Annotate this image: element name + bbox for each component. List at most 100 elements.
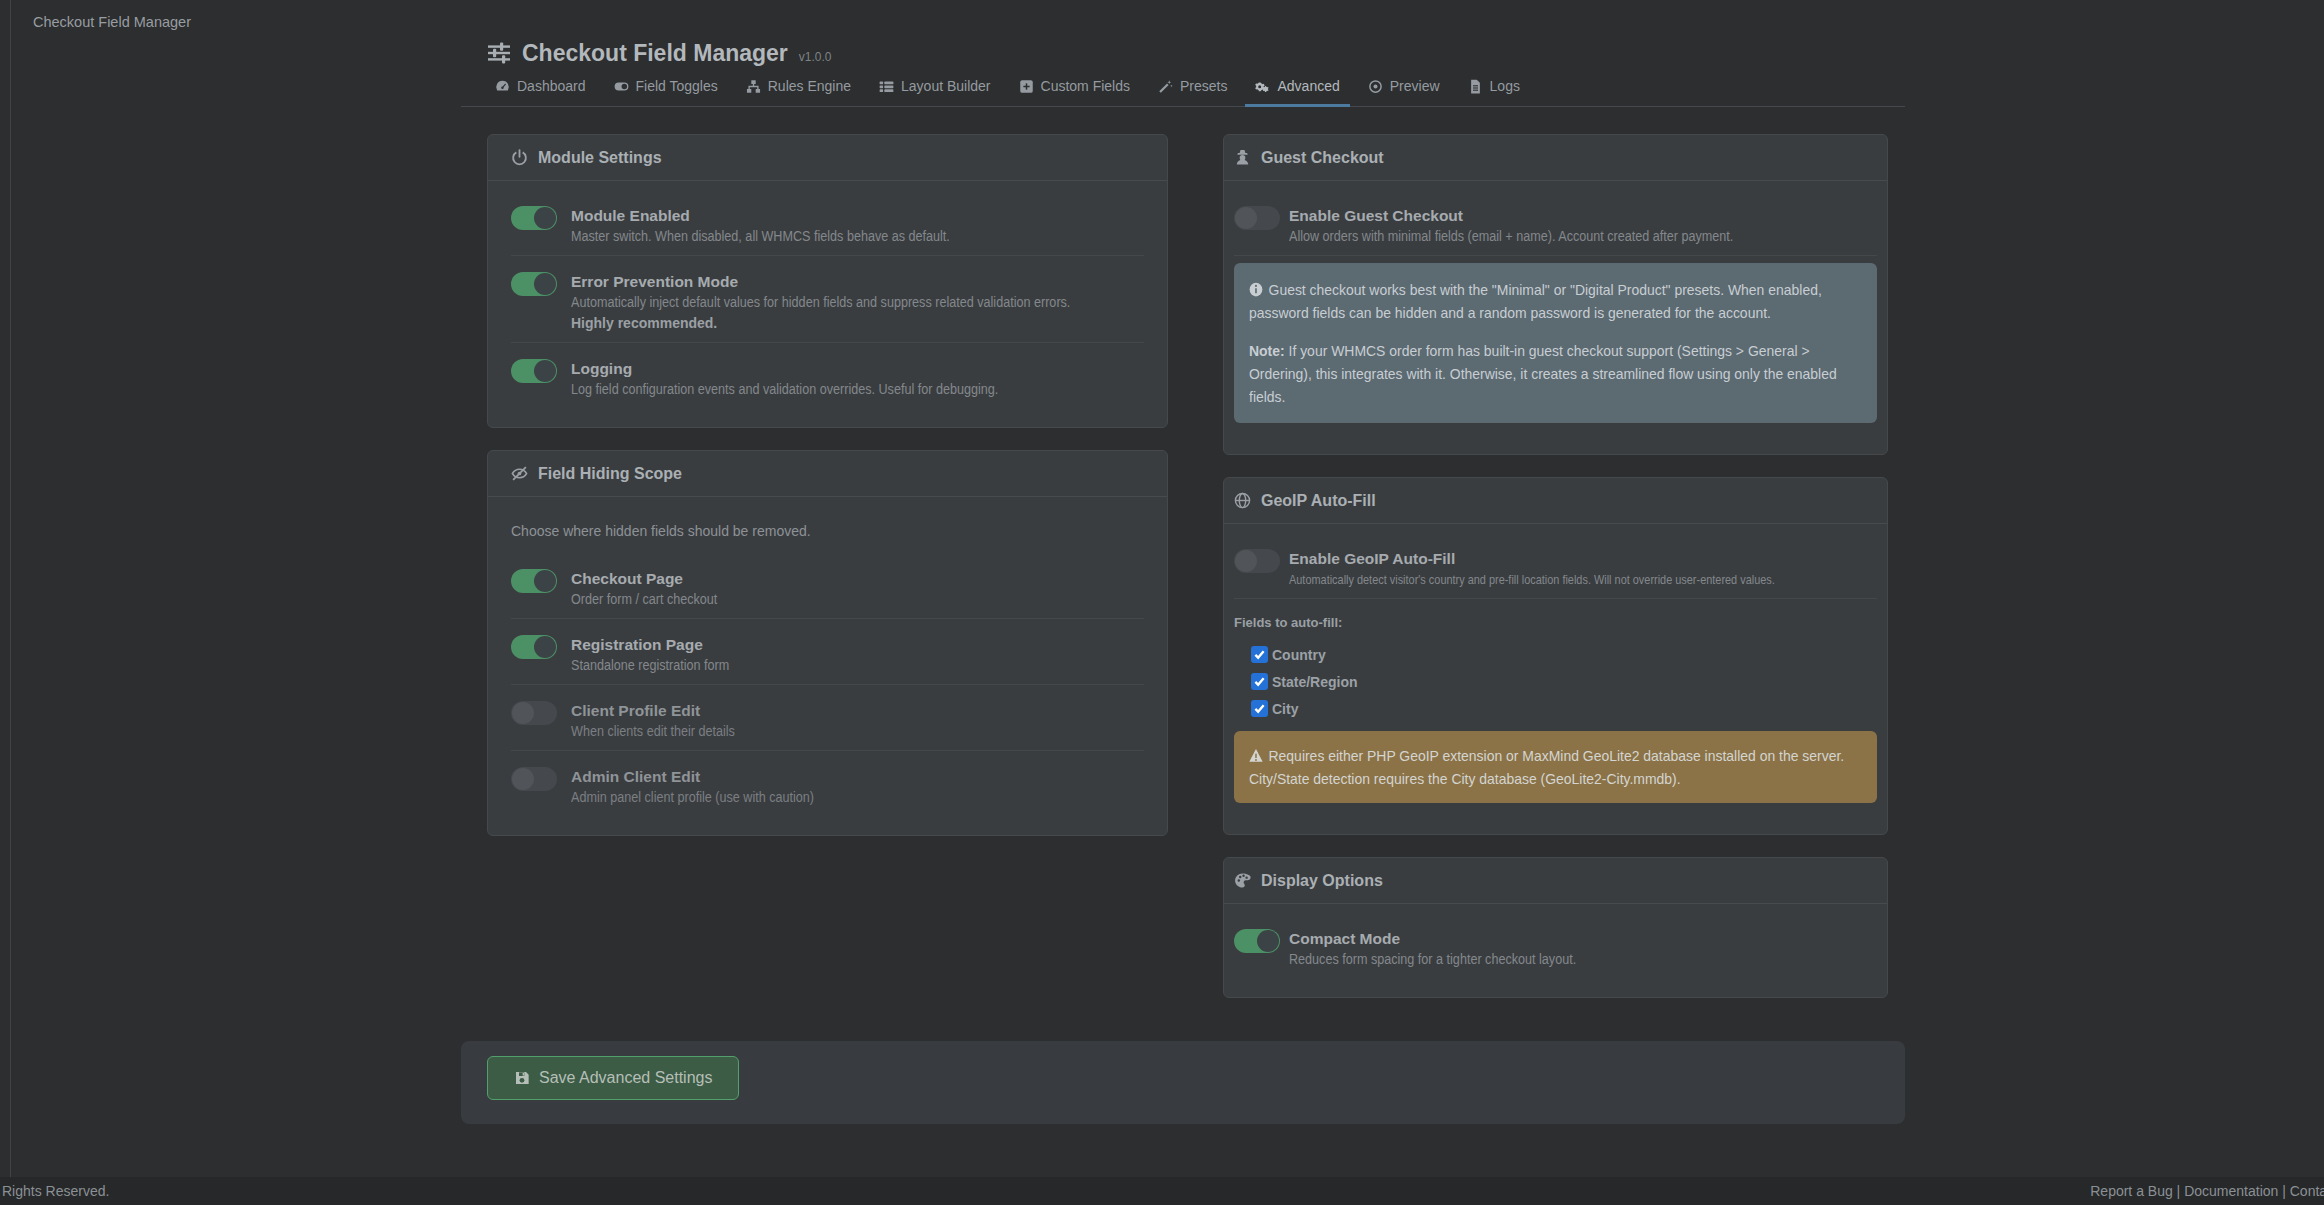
gauge-icon	[495, 79, 510, 94]
tab-field-toggles[interactable]: Field Toggles	[604, 74, 728, 107]
setting-label: Compact Mode	[1289, 928, 1608, 950]
setting-description: Allow orders with minimal fields (email …	[1289, 227, 1733, 246]
setting-description: Automatically detect visitor's country a…	[1289, 570, 1775, 589]
setting-label: Enable GeoIP Auto-Fill	[1289, 548, 1867, 570]
tab-logs[interactable]: Logs	[1458, 74, 1530, 107]
setting-label: Checkout Page	[571, 568, 734, 590]
admin-client-edit-toggle[interactable]	[511, 767, 557, 791]
user-secret-icon	[1234, 149, 1251, 166]
panel-guest-checkout: Guest Checkout Enable Guest Checkout All…	[1223, 134, 1888, 455]
setting-emphasis: Highly recommended.	[571, 314, 1126, 333]
setting-row-admin-client-edit: Admin Client Edit Admin panel client pro…	[511, 751, 1144, 816]
panel-title: GeoIP Auto-Fill	[1261, 492, 1376, 510]
setting-description: Log field configuration events and valid…	[571, 380, 998, 399]
tab-custom-fields[interactable]: Custom Fields	[1009, 74, 1140, 107]
module-title: Checkout Field Manager	[522, 40, 788, 66]
tab-layout-builder[interactable]: Layout Builder	[869, 74, 1001, 107]
panel-display-options: Display Options Compact Mode Reduces for…	[1223, 857, 1888, 998]
panel-title: Display Options	[1261, 872, 1383, 890]
left-column: Module Settings Module Enabled Master sw…	[487, 134, 1168, 836]
table-icon	[879, 79, 894, 94]
checkbox-icon	[1251, 700, 1268, 717]
panel-body: Choose where hidden fields should be rem…	[488, 497, 1167, 835]
footer-separator: |	[2173, 1183, 2184, 1199]
report-a-bug-link[interactable]: Report a Bug	[2090, 1183, 2173, 1199]
registration-page-toggle[interactable]	[511, 635, 557, 659]
panel-geoip-autofill: GeoIP Auto-Fill Enable GeoIP Auto-Fill A…	[1223, 477, 1888, 835]
compact-mode-toggle[interactable]	[1234, 929, 1280, 953]
checkbox-state-region[interactable]: State/Region	[1251, 673, 1877, 690]
tab-label: Presets	[1180, 78, 1227, 94]
setting-row-logging: Logging Log field configuration events a…	[511, 343, 1144, 408]
palette-icon	[1234, 872, 1251, 889]
tab-rules-engine[interactable]: Rules Engine	[736, 74, 861, 107]
warning-alert-text: Requires either PHP GeoIP extension or M…	[1249, 747, 1844, 787]
guest-checkout-info-alert: Guest checkout works best with the "Mini…	[1234, 263, 1877, 423]
setting-row-registration-page: Registration Page Standalone registratio…	[511, 619, 1144, 685]
tab-label: Custom Fields	[1041, 78, 1130, 94]
power-icon	[511, 149, 528, 166]
tab-dashboard[interactable]: Dashboard	[485, 74, 596, 107]
tab-label: Dashboard	[517, 78, 586, 94]
setting-description: Standalone registration form	[571, 656, 729, 675]
globe-icon	[1234, 492, 1251, 509]
warning-triangle-icon	[1249, 748, 1263, 763]
footer-links: Report a Bug | Documentation | Contact	[2090, 1183, 2324, 1199]
panel-body: Enable GeoIP Auto-Fill Automatically det…	[1224, 524, 1887, 834]
file-icon	[1468, 79, 1483, 94]
save-button-label: Save Advanced Settings	[539, 1069, 712, 1087]
panel-intro: Choose where hidden fields should be rem…	[511, 521, 1144, 553]
toggle-icon	[614, 79, 629, 94]
tab-preview[interactable]: Preview	[1358, 74, 1450, 107]
enable-guest-checkout-toggle[interactable]	[1234, 206, 1280, 230]
panel-title: Guest Checkout	[1261, 149, 1384, 167]
tab-label: Logs	[1490, 78, 1520, 94]
module-enabled-toggle[interactable]	[511, 206, 557, 230]
checkbox-label: Country	[1272, 647, 1326, 663]
save-advanced-settings-button[interactable]: Save Advanced Settings	[487, 1056, 739, 1100]
setting-row-error-prevention: Error Prevention Mode Automatically inje…	[511, 256, 1144, 343]
setting-label: Client Profile Edit	[571, 700, 753, 722]
panel-body: Module Enabled Master switch. When disab…	[488, 181, 1167, 427]
panel-field-hiding-scope: Field Hiding Scope Choose where hidden f…	[487, 450, 1168, 836]
setting-row-client-profile-edit: Client Profile Edit When clients edit th…	[511, 685, 1144, 751]
sliders-icon	[487, 41, 511, 65]
setting-row-enable-guest-checkout: Enable Guest Checkout Allow orders with …	[1234, 205, 1877, 256]
tab-label: Field Toggles	[636, 78, 718, 94]
documentation-link[interactable]: Documentation	[2184, 1183, 2278, 1199]
enable-geoip-toggle[interactable]	[1234, 549, 1280, 573]
note-text: If your WHMCS order form has built-in gu…	[1249, 342, 1837, 405]
checkbox-icon	[1251, 646, 1268, 663]
setting-row-enable-geoip: Enable GeoIP Auto-Fill Automatically det…	[1234, 548, 1877, 599]
setting-row-module-enabled: Module Enabled Master switch. When disab…	[511, 205, 1144, 256]
setting-label: Registration Page	[571, 634, 747, 656]
tab-presets[interactable]: Presets	[1148, 74, 1237, 107]
footer-separator: |	[2278, 1183, 2289, 1199]
setting-description: Admin panel client profile (use with cau…	[571, 788, 814, 807]
tab-label: Preview	[1390, 78, 1440, 94]
diagram-icon	[746, 79, 761, 94]
setting-label: Admin Client Edit	[571, 766, 841, 788]
panel-header: GeoIP Auto-Fill	[1224, 478, 1887, 524]
module-version: v1.0.0	[799, 50, 832, 66]
error-prevention-toggle[interactable]	[511, 272, 557, 296]
checkout-page-toggle[interactable]	[511, 569, 557, 593]
info-circle-icon	[1249, 282, 1263, 297]
checkbox-country[interactable]: Country	[1251, 646, 1877, 663]
panel-title: Field Hiding Scope	[538, 465, 682, 483]
panels-grid: Module Settings Module Enabled Master sw…	[487, 134, 1905, 998]
checkbox-label: City	[1272, 701, 1298, 717]
eye-icon	[1368, 79, 1383, 94]
logging-toggle[interactable]	[511, 359, 557, 383]
plus-square-icon	[1019, 79, 1034, 94]
client-profile-edit-toggle[interactable]	[511, 701, 557, 725]
tab-label: Rules Engine	[768, 78, 851, 94]
setting-description: Reduces form spacing for a tighter check…	[1289, 950, 1576, 969]
module-content: Checkout Field Manager v1.0.0 Dashboard …	[461, 40, 1905, 1124]
geoip-warning-alert: Requires either PHP GeoIP extension or M…	[1234, 731, 1877, 803]
panel-header: Field Hiding Scope	[488, 451, 1167, 497]
tab-advanced[interactable]: Advanced	[1245, 74, 1349, 107]
contact-link[interactable]: Contact	[2290, 1183, 2324, 1199]
gears-icon	[1255, 79, 1270, 94]
checkbox-city[interactable]: City	[1251, 700, 1877, 717]
